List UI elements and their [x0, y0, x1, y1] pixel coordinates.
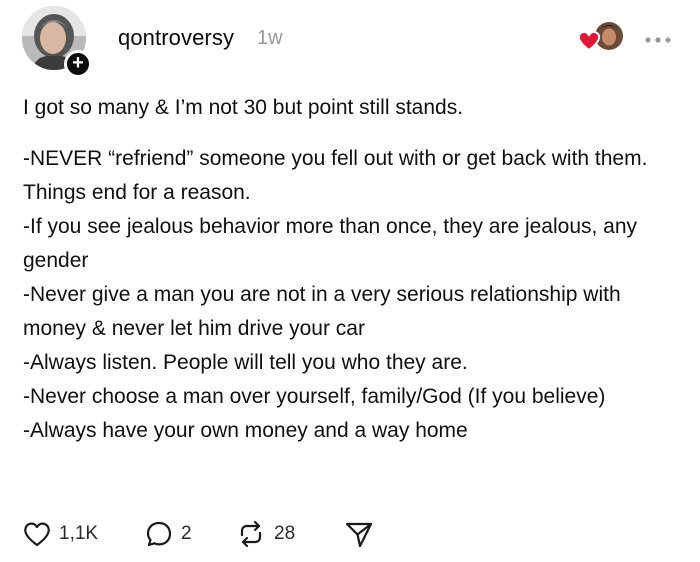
liked-by-indicator[interactable] — [575, 20, 625, 56]
post-rule: -NEVER “refriend” someone you fell out w… — [23, 147, 648, 204]
post-rule: -Always listen. People will tell you who… — [23, 351, 468, 374]
post-rules-list: -NEVER “refriend” someone you fell out w… — [23, 142, 683, 448]
post-rule: -Never give a man you are not in a very … — [23, 283, 621, 340]
like-button[interactable]: 1,1K — [22, 516, 98, 552]
author-username[interactable]: qontroversy — [118, 25, 234, 51]
post-rule: -Always have your own money and a way ho… — [23, 419, 468, 442]
paper-plane-icon[interactable] — [344, 519, 374, 549]
reply-button[interactable]: 2 — [144, 516, 192, 552]
author-avatar-container[interactable]: + — [22, 6, 92, 78]
post-actions: 1,1K 2 28 — [22, 516, 422, 552]
post-intro: I got so many & I’m not 30 but point sti… — [23, 96, 464, 119]
speech-bubble-icon[interactable] — [144, 519, 174, 549]
post-timestamp: 1w — [257, 27, 283, 49]
post-header: + qontroversy 1w — [0, 0, 700, 90]
repost-button[interactable]: 28 — [235, 516, 295, 552]
heart-outline-icon[interactable] — [22, 520, 52, 548]
post-body: I got so many & I’m not 30 but point sti… — [23, 95, 683, 448]
post-rule: -Never choose a man over yourself, famil… — [23, 385, 606, 408]
repost-count: 28 — [274, 523, 296, 544]
red-heart-icon — [577, 30, 601, 52]
follow-button[interactable]: + — [64, 50, 92, 78]
repost-arrows-icon[interactable] — [235, 519, 267, 549]
reply-count: 2 — [181, 523, 192, 544]
post-rule: -If you see jealous behavior more than o… — [23, 215, 638, 272]
share-button[interactable] — [344, 516, 374, 552]
ellipsis-icon[interactable] — [643, 32, 673, 43]
like-count: 1,1K — [59, 523, 99, 544]
